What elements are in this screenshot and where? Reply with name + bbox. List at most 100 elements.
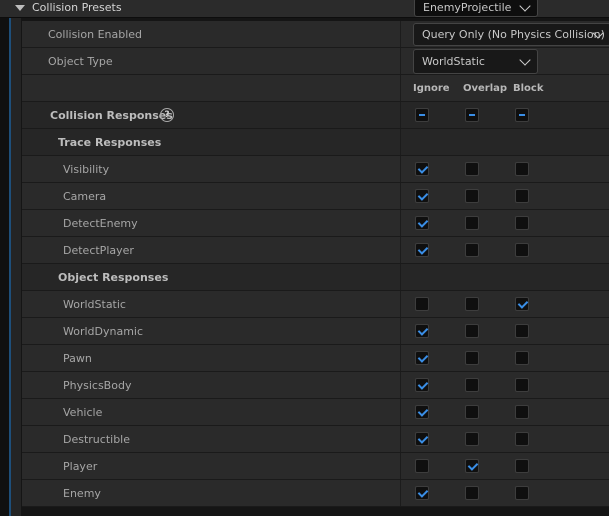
ignore-checkbox[interactable] — [415, 432, 429, 446]
trace-responses-row: Trace Responses — [22, 129, 609, 156]
response-row: Player — [22, 453, 609, 480]
collision-enabled-dropdown[interactable]: Query Only (No Physics Collision) — [413, 23, 609, 46]
response-channel-label: Visibility — [63, 163, 110, 176]
block-checkbox[interactable] — [515, 162, 529, 176]
column-divider — [400, 102, 401, 128]
ignore-checkbox[interactable] — [415, 459, 429, 473]
column-divider — [400, 426, 401, 452]
collision-preset-value: EnemyProjectile — [423, 1, 512, 14]
chevron-down-icon — [519, 53, 531, 66]
column-divider — [400, 480, 401, 506]
block-checkbox[interactable] — [515, 432, 529, 446]
column-divider — [400, 372, 401, 398]
object-type-dropdown[interactable]: WorldStatic — [413, 49, 538, 74]
ignore-column-header: Ignore — [413, 83, 450, 94]
overlap-column-header: Overlap — [463, 83, 508, 94]
block-checkbox[interactable] — [515, 351, 529, 365]
ignore-checkbox[interactable] — [415, 162, 429, 176]
help-icon[interactable]: ? — [160, 108, 174, 122]
column-divider — [400, 129, 401, 155]
response-channel-label: WorldStatic — [63, 298, 126, 311]
response-channel-label: Vehicle — [63, 406, 103, 419]
overlap-checkbox[interactable] — [465, 351, 479, 365]
response-row: Vehicle — [22, 399, 609, 426]
column-divider — [400, 318, 401, 344]
collision-enabled-label: Collision Enabled — [48, 28, 143, 41]
response-row: WorldDynamic — [22, 318, 609, 345]
response-row: PhysicsBody — [22, 372, 609, 399]
response-row: Enemy — [22, 480, 609, 507]
block-column-header: Block — [513, 83, 544, 94]
collision-presets-title: Collision Presets — [32, 1, 122, 14]
overlap-checkbox[interactable] — [465, 459, 479, 473]
trace-responses-label: Trace Responses — [58, 136, 162, 149]
ignore-checkbox[interactable] — [415, 486, 429, 500]
block-checkbox[interactable] — [515, 459, 529, 473]
response-row: Camera — [22, 183, 609, 210]
response-channel-label: Destructible — [63, 433, 130, 446]
block-checkbox[interactable] — [515, 378, 529, 392]
overlap-checkbox[interactable] — [465, 189, 479, 203]
response-row: Pawn — [22, 345, 609, 372]
column-divider — [400, 210, 401, 236]
chevron-down-icon — [519, 0, 531, 12]
ignore-all-checkbox[interactable] — [415, 108, 429, 122]
ignore-checkbox[interactable] — [415, 324, 429, 338]
block-checkbox[interactable] — [515, 243, 529, 257]
overlap-checkbox[interactable] — [465, 405, 479, 419]
ignore-checkbox[interactable] — [415, 297, 429, 311]
ignore-checkbox[interactable] — [415, 351, 429, 365]
column-divider — [400, 453, 401, 479]
response-channel-label: DetectPlayer — [63, 244, 134, 257]
overlap-all-checkbox[interactable] — [465, 108, 479, 122]
object-responses-label: Object Responses — [58, 271, 169, 284]
response-row: DetectEnemy — [22, 210, 609, 237]
collision-enabled-value: Query Only (No Physics Collision) — [422, 28, 605, 41]
column-divider — [400, 399, 401, 425]
response-row: DetectPlayer — [22, 237, 609, 264]
ignore-checkbox[interactable] — [415, 405, 429, 419]
expand-triangle-icon[interactable] — [15, 5, 25, 11]
block-checkbox[interactable] — [515, 189, 529, 203]
column-divider — [400, 156, 401, 182]
ignore-checkbox[interactable] — [415, 216, 429, 230]
response-channel-label: Enemy — [63, 487, 101, 500]
ignore-checkbox[interactable] — [415, 189, 429, 203]
response-row: Destructible — [22, 426, 609, 453]
overlap-checkbox[interactable] — [465, 486, 479, 500]
ignore-checkbox[interactable] — [415, 378, 429, 392]
response-channel-label: DetectEnemy — [63, 217, 138, 230]
object-responses-row: Object Responses — [22, 264, 609, 291]
response-channel-label: PhysicsBody — [63, 379, 132, 392]
block-checkbox[interactable] — [515, 216, 529, 230]
collision-responses-label: Collision Responses — [50, 109, 173, 122]
ignore-checkbox[interactable] — [415, 243, 429, 257]
column-divider — [400, 75, 401, 101]
response-channel-label: Player — [63, 460, 98, 473]
overlap-checkbox[interactable] — [465, 297, 479, 311]
left-gutter — [0, 18, 11, 516]
block-checkbox[interactable] — [515, 486, 529, 500]
column-divider — [400, 345, 401, 371]
column-divider — [400, 264, 401, 290]
block-all-checkbox[interactable] — [515, 108, 529, 122]
response-row: WorldStatic — [22, 291, 609, 318]
collision-preset-dropdown[interactable]: EnemyProjectile — [414, 0, 538, 17]
overlap-checkbox[interactable] — [465, 243, 479, 257]
response-channel-label: Camera — [63, 190, 107, 203]
overlap-checkbox[interactable] — [465, 378, 479, 392]
overlap-checkbox[interactable] — [465, 216, 479, 230]
response-channel-label: Pawn — [63, 352, 92, 365]
overlap-checkbox[interactable] — [465, 432, 479, 446]
overlap-checkbox[interactable] — [465, 324, 479, 338]
response-channel-label: WorldDynamic — [63, 325, 144, 338]
block-checkbox[interactable] — [515, 297, 529, 311]
object-type-label: Object Type — [48, 55, 113, 68]
block-checkbox[interactable] — [515, 405, 529, 419]
block-checkbox[interactable] — [515, 324, 529, 338]
overlap-checkbox[interactable] — [465, 162, 479, 176]
column-divider — [400, 237, 401, 263]
object-type-value: WorldStatic — [422, 55, 485, 68]
column-divider — [400, 183, 401, 209]
column-divider — [400, 21, 401, 47]
